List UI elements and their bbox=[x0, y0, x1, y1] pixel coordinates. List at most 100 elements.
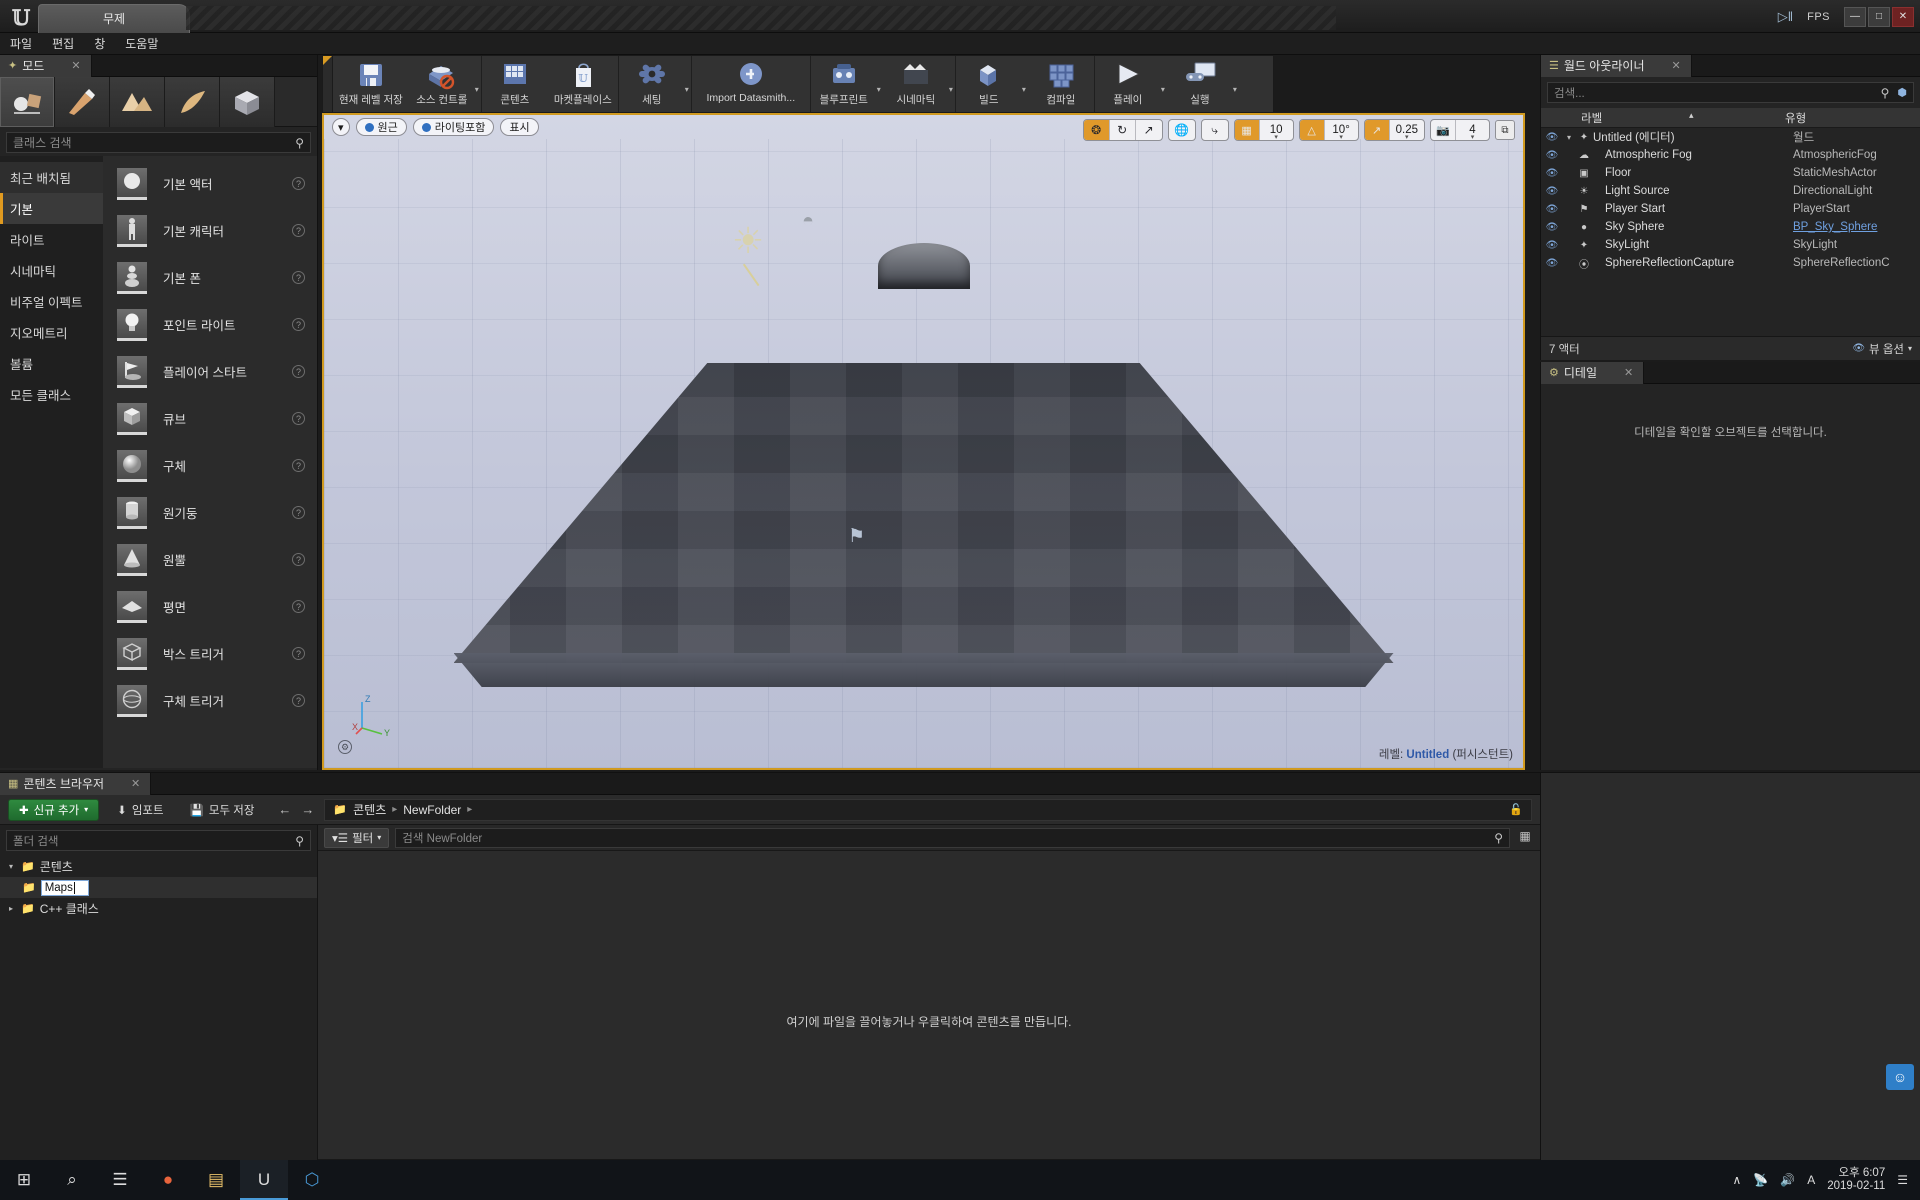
viewport-options-button[interactable]: ▾ bbox=[332, 118, 350, 136]
folder-rename-input[interactable]: Maps bbox=[40, 879, 89, 896]
chevron-down-icon[interactable]: ▾ bbox=[1233, 85, 1237, 94]
tree-item-maps[interactable]: 📁 Maps bbox=[0, 877, 317, 898]
content-button[interactable]: 콘텐츠 bbox=[482, 56, 548, 112]
maximize-button[interactable]: □ bbox=[1868, 6, 1890, 27]
chevron-down-icon[interactable]: ▾ bbox=[949, 85, 953, 94]
chrome-icon[interactable]: ● bbox=[144, 1160, 192, 1200]
tray-chevron-icon[interactable]: ∧ bbox=[1733, 1173, 1742, 1187]
category-all-classes[interactable]: 모든 클래스 bbox=[0, 379, 103, 410]
help-icon[interactable]: ? bbox=[292, 694, 305, 707]
notification-icon[interactable]: ☰ bbox=[1897, 1173, 1908, 1187]
help-icon[interactable]: ? bbox=[292, 412, 305, 425]
list-item[interactable]: 원뿔 ? bbox=[103, 536, 317, 583]
view-grid-icon[interactable]: ▦ bbox=[1516, 829, 1534, 847]
eye-icon[interactable]: 👁 bbox=[1541, 222, 1563, 233]
sky-dome[interactable] bbox=[877, 243, 970, 289]
file-explorer-icon[interactable]: ▤ bbox=[192, 1160, 240, 1200]
close-icon[interactable]: ✕ bbox=[1624, 366, 1633, 379]
save-current-level-button[interactable]: 현재 레벨 저장 bbox=[333, 56, 409, 112]
outliner-search-input[interactable]: 검색... ⚲ ⬢ bbox=[1547, 82, 1914, 103]
table-row[interactable]: 👁 ⦿ SphereReflectionCapture SphereReflec… bbox=[1541, 254, 1920, 272]
translate-mode-button[interactable]: ❂ bbox=[1083, 120, 1110, 140]
blueprints-button[interactable]: 블루프린트 bbox=[811, 56, 877, 112]
scale-snap-value[interactable]: 0.25 bbox=[1388, 120, 1424, 140]
surface-snap-icon[interactable]: ⤷ bbox=[1202, 120, 1228, 140]
help-icon[interactable]: ? bbox=[292, 506, 305, 519]
save-all-button[interactable]: 💾 모두 저장 bbox=[182, 799, 263, 821]
table-row[interactable]: 👁 ✦ SkyLight SkyLight bbox=[1541, 236, 1920, 254]
grid-snap-value[interactable]: 10 bbox=[1258, 120, 1293, 140]
maximize-viewport-icon[interactable]: ⧉ bbox=[1495, 120, 1515, 140]
forward-button[interactable]: → bbox=[301, 802, 314, 817]
table-row[interactable]: 👁 ▾ ✦ Untitled (에디터) 월드 bbox=[1541, 128, 1920, 146]
chevron-down-icon[interactable]: ▾ bbox=[1161, 85, 1165, 94]
import-button[interactable]: ⬇ 임포트 bbox=[109, 799, 171, 821]
list-item[interactable]: 플레이어 스타트 ? bbox=[103, 348, 317, 395]
tab-content-browser[interactable]: ▦ 콘텐츠 브라우저 ✕ bbox=[0, 772, 152, 795]
category-basic[interactable]: 기본 bbox=[0, 193, 103, 224]
list-item[interactable]: 평면 ? bbox=[103, 583, 317, 630]
tree-item-content[interactable]: ▾ 📁 콘텐츠 bbox=[0, 856, 317, 877]
landscape-mode-icon[interactable] bbox=[110, 77, 165, 127]
rotate-mode-button[interactable]: ↻ bbox=[1110, 120, 1136, 140]
menu-help[interactable]: 도움말 bbox=[125, 35, 158, 52]
document-tab[interactable]: 무제 bbox=[38, 4, 190, 33]
category-cinematic[interactable]: 시네마틱 bbox=[0, 255, 103, 286]
chevron-down-icon[interactable]: ▾ bbox=[475, 85, 479, 94]
menu-edit[interactable]: 편집 bbox=[52, 35, 74, 52]
eye-icon[interactable]: 👁 bbox=[1541, 168, 1563, 179]
geometry-edit-mode-icon[interactable] bbox=[220, 77, 275, 127]
rotation-snap-control[interactable]: △ 10° bbox=[1298, 119, 1359, 141]
level-viewport[interactable]: ☀ ◓ ⚑ ▾ 원근 라이팅포함 표시 ❂ ↻ ↗ 🌐 ⤷ ▦ 10 ▾ △ 1… bbox=[322, 113, 1525, 770]
eye-icon[interactable]: 👁 bbox=[1541, 132, 1563, 143]
grid-snap-control[interactable]: ▦ 10 bbox=[1233, 119, 1294, 141]
scale-snap-control[interactable]: ↗ 0.25 bbox=[1363, 119, 1425, 141]
camera-speed-value[interactable]: 4 bbox=[1455, 120, 1489, 140]
list-item[interactable]: 원기둥 ? bbox=[103, 489, 317, 536]
chevron-down-icon[interactable]: ▾ bbox=[1563, 133, 1575, 142]
help-icon[interactable]: ? bbox=[292, 365, 305, 378]
task-view-button[interactable]: ☰ bbox=[96, 1160, 144, 1200]
lock-icon[interactable]: 🔓 bbox=[1509, 803, 1523, 816]
breadcrumb-item-newfolder[interactable]: NewFolder bbox=[403, 803, 461, 817]
volume-icon[interactable]: 🔊 bbox=[1780, 1173, 1795, 1187]
category-recently-placed[interactable]: 최근 배치됨 bbox=[0, 162, 103, 193]
build-button[interactable]: 빌드 bbox=[956, 56, 1022, 112]
play-button[interactable]: 플레이 bbox=[1095, 56, 1161, 112]
category-geometry[interactable]: 지오메트리 bbox=[0, 317, 103, 348]
network-icon[interactable]: 📡 bbox=[1753, 1173, 1768, 1187]
class-search-input[interactable]: 클래스 검색 ⚲ bbox=[6, 132, 311, 153]
asset-search-input[interactable]: 검색 NewFolder ⚲ bbox=[395, 827, 1510, 848]
table-row[interactable]: 👁 ▣ Floor StaticMeshActor bbox=[1541, 164, 1920, 182]
view-perspective-button[interactable]: 원근 bbox=[355, 118, 407, 136]
category-volumes[interactable]: 볼륨 bbox=[0, 348, 103, 379]
minimize-button[interactable]: — bbox=[1844, 6, 1866, 27]
menu-file[interactable]: 파일 bbox=[10, 35, 32, 52]
search-icon[interactable]: ⚲ bbox=[1881, 86, 1890, 100]
search-button[interactable]: ⌕ bbox=[48, 1160, 96, 1200]
eye-icon[interactable]: 👁 bbox=[1541, 258, 1563, 269]
clock[interactable]: 오후 6:07 2019-02-11 bbox=[1827, 1167, 1885, 1193]
help-icon[interactable]: ? bbox=[292, 271, 305, 284]
breadcrumb-item-content[interactable]: 콘텐츠 bbox=[353, 801, 386, 818]
vscode-icon[interactable]: ⬡ bbox=[288, 1160, 336, 1200]
filter-button[interactable]: ▾☰ 필터 ▾ bbox=[324, 827, 390, 848]
list-item[interactable]: 구체 트리거 ? bbox=[103, 677, 317, 724]
scale-mode-button[interactable]: ↗ bbox=[1136, 120, 1162, 140]
paint-mode-icon[interactable] bbox=[55, 77, 110, 127]
import-datasmith-button[interactable]: Import Datasmith... bbox=[692, 56, 810, 112]
eye-icon[interactable]: 👁 bbox=[1541, 150, 1563, 161]
chevron-right-icon[interactable]: ▸ bbox=[6, 904, 16, 913]
column-label[interactable]: 라벨 bbox=[1541, 110, 1781, 126]
camera-speed-icon[interactable]: 📷 bbox=[1431, 120, 1455, 140]
floor-mesh[interactable] bbox=[453, 363, 1394, 693]
folder-search-input[interactable]: 폴더 검색 ⚲ bbox=[6, 830, 311, 851]
chevron-down-icon[interactable]: ▾ bbox=[6, 862, 16, 871]
dock-icon[interactable]: ⬢ bbox=[1897, 86, 1907, 99]
angle-snap-icon[interactable]: △ bbox=[1299, 120, 1324, 140]
help-icon[interactable]: ? bbox=[292, 224, 305, 237]
start-button[interactable]: ⊞ bbox=[0, 1160, 48, 1200]
eye-icon[interactable]: 👁 bbox=[1541, 204, 1563, 215]
asset-view[interactable]: ▾☰ 필터 ▾ 검색 NewFolder ⚲ ▦ 여기에 파일을 끌어놓거나 우… bbox=[318, 825, 1540, 1183]
tab-modes[interactable]: ✦ 모드 ✕ bbox=[0, 54, 92, 77]
